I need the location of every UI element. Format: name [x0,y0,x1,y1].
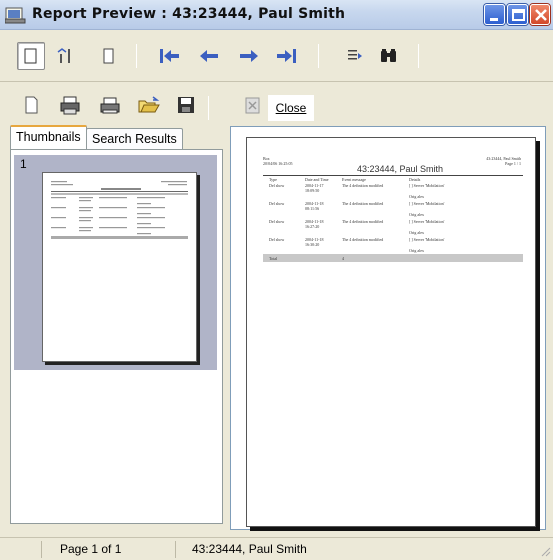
row-note: Orig alex [409,230,424,235]
row-message: The 4 definition modified [342,237,384,242]
first-page-icon [155,42,183,70]
report-page[interactable]: Box 20/04/06 16:25:05 43:23444, Paul Smi… [246,137,536,527]
row-message: The 4 definition modified [342,201,384,206]
window-title: Report Preview : 43:23444, Paul Smith [32,6,346,22]
toolbar-separator [136,44,137,68]
column-header-message: Event message [342,177,366,182]
save-button[interactable] [174,92,202,120]
row-note: Orig alex [409,194,424,199]
column-header-datetime: Date and Time [305,177,329,182]
row-type: Del show [269,237,285,242]
print-setup-icon [58,92,86,120]
page-width-button[interactable] [95,42,123,70]
last-page-icon [273,42,301,70]
row-datetime: 2004-11-18 16:30:20 [305,237,324,247]
open-button[interactable] [136,92,164,120]
next-page-icon [235,42,263,70]
report-total-label: Total [269,256,278,261]
status-page-info-text: Page 1 of 1 [60,542,122,556]
report-header-right-2: Page 1 / 1 [505,161,521,166]
report-title: 43:23444, Paul Smith [357,164,444,174]
status-record-name-text: 43:23444, Paul Smith [192,542,307,556]
close-button[interactable]: Close [268,95,314,121]
thumbnail-item[interactable]: 1 [14,155,217,370]
navigation-toolbar [0,30,553,82]
title-bar[interactable]: Report Preview : 43:23444, Paul Smith [0,0,553,30]
report-preview-window: Report Preview : 43:23444, Paul Smith Cl… [0,0,553,559]
column-header-details: Details [409,177,421,182]
row-datetime: 2004-11-17 18:09:50 [305,183,324,193]
print-setup-button[interactable] [58,92,86,120]
row-note: Orig alex [409,248,424,253]
page-break-button[interactable] [52,42,80,70]
status-record-name: 43:23444, Paul Smith [176,541,536,558]
print-button[interactable] [98,92,126,120]
resize-grip-icon[interactable] [539,545,551,557]
row-detail: [ ] Server 'Mobilation' [409,219,445,224]
thumbnail-list[interactable]: 1 [10,149,223,524]
row-note: Orig alex [409,212,424,217]
tab-thumbnails[interactable]: Thumbnails [10,125,87,149]
minimize-button[interactable] [484,4,505,25]
close-window-button[interactable] [530,4,550,25]
toolbar-separator [208,96,209,120]
row-message: The 4 definition modified [342,219,384,224]
goto-page-icon [340,42,368,70]
row-message: The 4 definition modified [342,183,384,188]
single-page-view-button[interactable] [17,42,45,70]
tab-search-results[interactable]: Search Results [86,128,183,149]
row-type: Del show [269,183,285,188]
report-preview-app-icon [4,6,27,24]
row-detail: [ ] Server 'Mobilation' [409,237,445,242]
row-type: Del show [269,201,285,206]
print-icon [98,92,126,120]
row-detail: [ ] Server 'Mobilation' [409,201,445,206]
goto-page-button[interactable] [340,42,368,70]
close-button-label: Close [275,101,307,115]
thumbnail-panel: Thumbnails Search Results 1 [10,125,223,524]
row-datetime: 2004-11-18 16:27:20 [305,219,324,229]
report-total-value: 4 [342,256,344,261]
previous-page-icon [195,42,223,70]
page-width-icon [95,42,123,70]
tab-thumbnails-label: Thumbnails [16,130,81,144]
toolbar-separator [318,44,319,68]
save-icon [174,92,202,120]
single-page-icon [18,43,44,69]
report-title-rule [263,175,523,176]
row-detail: [ ] Server 'Mobilation' [409,183,445,188]
previous-page-button[interactable] [195,42,223,70]
toolbar-separator [418,44,419,68]
report-header-left-2: 20/04/06 16:25:05 [263,161,293,166]
page-break-icon [52,42,80,70]
find-button[interactable] [375,42,403,70]
new-document-icon [20,92,48,120]
last-page-button[interactable] [273,42,301,70]
column-header-type: Type [269,177,277,182]
status-page-info: Page 1 of 1 [42,541,176,558]
export-button[interactable] [240,92,268,120]
disabled-export-icon [240,92,268,120]
tab-search-results-label: Search Results [92,132,177,146]
first-page-button[interactable] [155,42,183,70]
new-document-button[interactable] [20,92,48,120]
next-page-button[interactable] [235,42,263,70]
report-preview-area[interactable]: Box 20/04/06 16:25:05 43:23444, Paul Smi… [230,126,546,530]
status-bar: Page 1 of 1 43:23444, Paul Smith [0,537,553,559]
thumbnail-page-number: 1 [20,157,27,171]
row-type: Del show [269,219,285,224]
status-cell-empty [0,541,42,558]
open-icon [136,92,164,120]
report-total-row [263,254,523,262]
find-icon [375,42,403,70]
maximize-button[interactable] [507,4,528,25]
row-datetime: 2004-11-18 08:11:56 [305,201,324,211]
thumbnail-page-image[interactable] [42,172,197,362]
